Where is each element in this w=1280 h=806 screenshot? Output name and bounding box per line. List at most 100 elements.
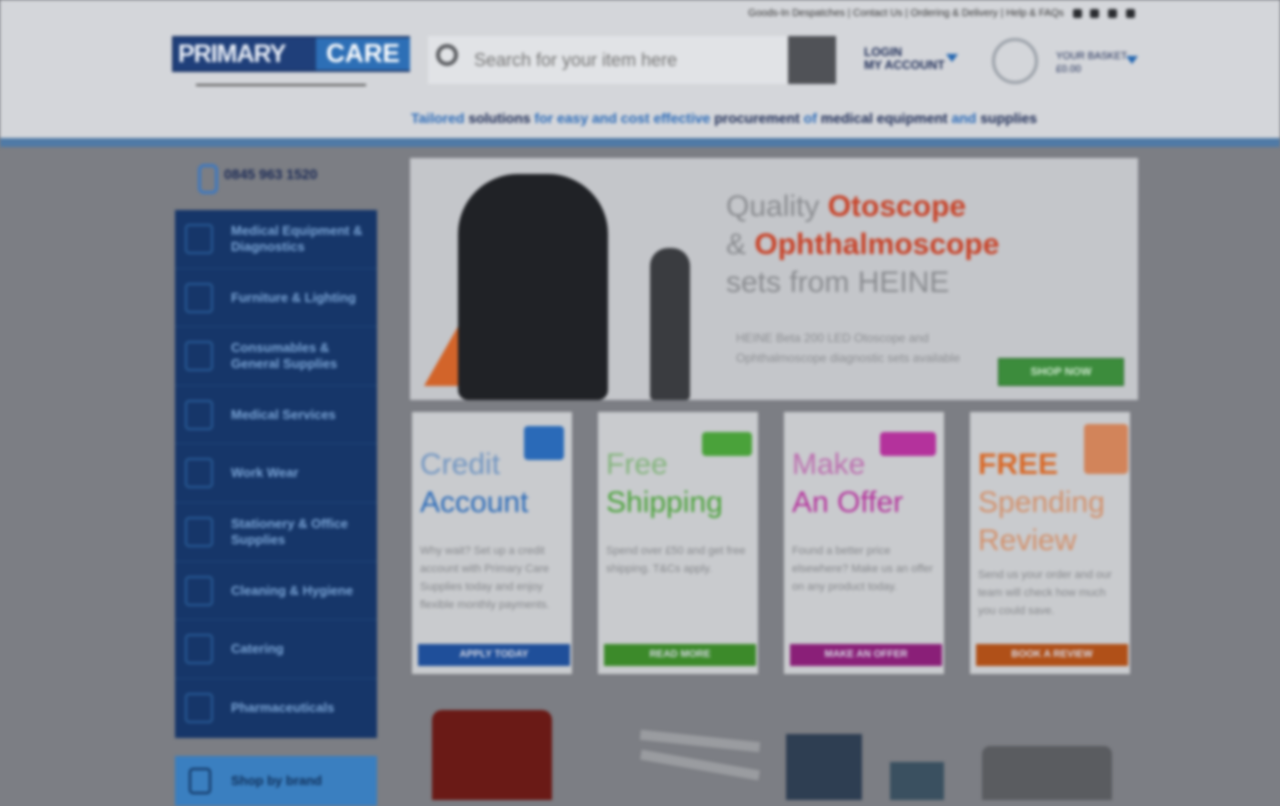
header-stripe xyxy=(0,138,1280,147)
sidebar-item-label: Pharmaceuticals xyxy=(231,699,335,715)
sidebar-item-label: Catering xyxy=(231,641,284,657)
tshirt-icon xyxy=(185,458,213,489)
spray-icon xyxy=(185,575,213,606)
logo-care-text: CARE xyxy=(316,38,410,70)
sidebar-item-furniture[interactable]: Furniture & Lighting xyxy=(175,269,377,328)
search-bar xyxy=(428,36,790,84)
facebook-icon[interactable] xyxy=(1072,8,1082,18)
top-links[interactable]: Goods-In Despatches | Contact Us | Order… xyxy=(748,8,1135,19)
product-printer-image[interactable] xyxy=(972,706,1132,800)
monitor-shape xyxy=(890,762,944,800)
promo-title-line: Shipping xyxy=(606,486,723,519)
promo-title: Make An Offer xyxy=(792,446,903,522)
promo-title-line: An Offer xyxy=(792,486,904,519)
tagline-part: Tailored xyxy=(411,110,469,126)
hero-title: Quality Otoscope & Ophthalmoscope sets f… xyxy=(726,188,999,302)
sidebar-item-catering[interactable]: Catering xyxy=(175,620,377,679)
category-sidebar: Medical Equipment & Diagnostics Furnitur… xyxy=(175,210,377,738)
hero-shop-now-button[interactable]: SHOP NOW xyxy=(998,358,1124,386)
promo-button-label: MAKE AN OFFER xyxy=(824,649,908,660)
monitor-shape xyxy=(786,734,862,800)
promo-button[interactable]: READ MORE xyxy=(604,644,756,666)
logo-box: PRIMARY CARE xyxy=(172,36,410,72)
basket-summary[interactable]: YOUR BASKET £0.00 xyxy=(1056,50,1127,76)
promo-text: Why wait? Set up a credit account with P… xyxy=(420,545,550,611)
logo-primary-text: PRIMARY xyxy=(178,40,286,68)
hero-title-text: Quality xyxy=(726,190,828,223)
search-input[interactable] xyxy=(472,48,776,72)
hero-title-accent: Ophthalmoscope xyxy=(754,228,1000,261)
linkedin-icon[interactable] xyxy=(1108,8,1118,18)
lamp-icon xyxy=(185,282,213,313)
promo-title-line: Make xyxy=(792,448,866,481)
tagline-part: procurement xyxy=(714,110,800,126)
ophthalmoscope-image xyxy=(650,248,690,400)
promo-title-line: Free xyxy=(606,448,668,481)
google-plus-icon[interactable] xyxy=(1126,8,1135,18)
promo-credit-account[interactable]: Credit Account Why wait? Set up a credit… xyxy=(412,412,572,674)
hero-banner[interactable]: Quality Otoscope & Ophthalmoscope sets f… xyxy=(410,158,1138,400)
tagline-part: supplies xyxy=(980,110,1038,126)
top-links-text[interactable]: Goods-In Despatches | Contact Us | Order… xyxy=(748,8,1064,19)
cup-icon xyxy=(185,634,213,665)
clamp-shape xyxy=(640,749,760,781)
promo-title: Credit Account xyxy=(420,446,528,522)
box-icon xyxy=(185,341,213,372)
sidebar-item-cleaning[interactable]: Cleaning & Hygiene xyxy=(175,562,377,621)
shop-by-brand-button[interactable]: Shop by brand xyxy=(175,756,377,806)
phone-number[interactable]: 0845 963 1520 xyxy=(198,166,317,182)
bank-icon xyxy=(524,426,564,460)
tagline-part: for easy and cost effective xyxy=(530,110,715,126)
site-logo[interactable]: PRIMARY CARE xyxy=(172,36,410,110)
sidebar-item-work-wear[interactable]: Work Wear xyxy=(175,444,377,503)
stethoscope-icon xyxy=(185,224,213,254)
hero-button-label: SHOP NOW xyxy=(1030,366,1092,378)
chevron-down-icon[interactable] xyxy=(946,54,958,62)
promo-button-label: APPLY TODAY xyxy=(459,649,529,660)
basket-icon[interactable] xyxy=(992,38,1038,84)
tagline-part: solutions xyxy=(468,110,531,126)
promo-title-line: Account xyxy=(420,486,529,519)
logo-heartbeat-line xyxy=(196,84,366,86)
product-defibrillator-image[interactable] xyxy=(432,706,592,800)
promo-text: Send us your order and our team will che… xyxy=(978,569,1112,617)
sidebar-item-label: Consumables & General Supplies xyxy=(231,340,338,372)
basket-line2: £0.00 xyxy=(1056,64,1082,75)
tagline-part: medical equipment xyxy=(820,110,948,126)
pill-icon xyxy=(185,692,213,723)
defibrillator-shape xyxy=(432,710,552,800)
printer-shape xyxy=(982,746,1112,800)
tagline: Tailored solutions for easy and cost eff… xyxy=(411,110,1037,126)
sidebar-item-consumables[interactable]: Consumables & General Supplies xyxy=(175,327,377,386)
hero-title-text: & xyxy=(726,228,755,261)
search-button[interactable] xyxy=(788,36,836,84)
tag-icon xyxy=(189,768,211,794)
sidebar-item-label: Medical Services xyxy=(231,406,336,422)
site-header: Goods-In Despatches | Contact Us | Order… xyxy=(0,0,1280,138)
promo-title-line: Spending xyxy=(978,486,1105,519)
product-monitor-image[interactable] xyxy=(786,706,946,800)
sidebar-item-pharmaceuticals[interactable]: Pharmaceuticals xyxy=(175,679,377,738)
promo-button-label: READ MORE xyxy=(649,649,711,660)
promo-make-an-offer[interactable]: Make An Offer Found a better price elsew… xyxy=(784,412,944,674)
hero-title-accent: Otoscope xyxy=(827,190,967,223)
sidebar-item-label: Work Wear xyxy=(231,465,299,481)
twitter-icon[interactable] xyxy=(1090,8,1100,18)
promo-button[interactable]: BOOK A REVIEW xyxy=(976,644,1128,666)
clamp-shape xyxy=(639,729,761,753)
promo-title: Free Shipping xyxy=(606,446,723,522)
promo-button-label: BOOK A REVIEW xyxy=(1011,649,1093,660)
chevron-down-icon[interactable] xyxy=(1126,56,1138,64)
promo-title: FREE Spending Review xyxy=(978,446,1105,560)
promo-button[interactable]: MAKE AN OFFER xyxy=(790,644,942,666)
sidebar-item-medical-equipment[interactable]: Medical Equipment & Diagnostics xyxy=(175,210,377,269)
promo-button[interactable]: APPLY TODAY xyxy=(418,644,570,666)
sidebar-item-medical-services[interactable]: Medical Services xyxy=(175,386,377,445)
promo-spending-review[interactable]: FREE Spending Review Send us your order … xyxy=(970,412,1130,674)
sidebar-item-stationery[interactable]: Stationery & Office Supplies xyxy=(175,503,377,562)
promo-free-shipping[interactable]: Free Shipping Spend over £50 and get fre… xyxy=(598,412,758,674)
promo-text: Found a better price elsewhere? Make us … xyxy=(792,545,934,593)
sidebar-item-label: Cleaning & Hygiene xyxy=(231,582,354,598)
account-link[interactable]: LOGIN MY ACCOUNT xyxy=(864,46,945,72)
product-clamp-image[interactable] xyxy=(600,706,761,800)
